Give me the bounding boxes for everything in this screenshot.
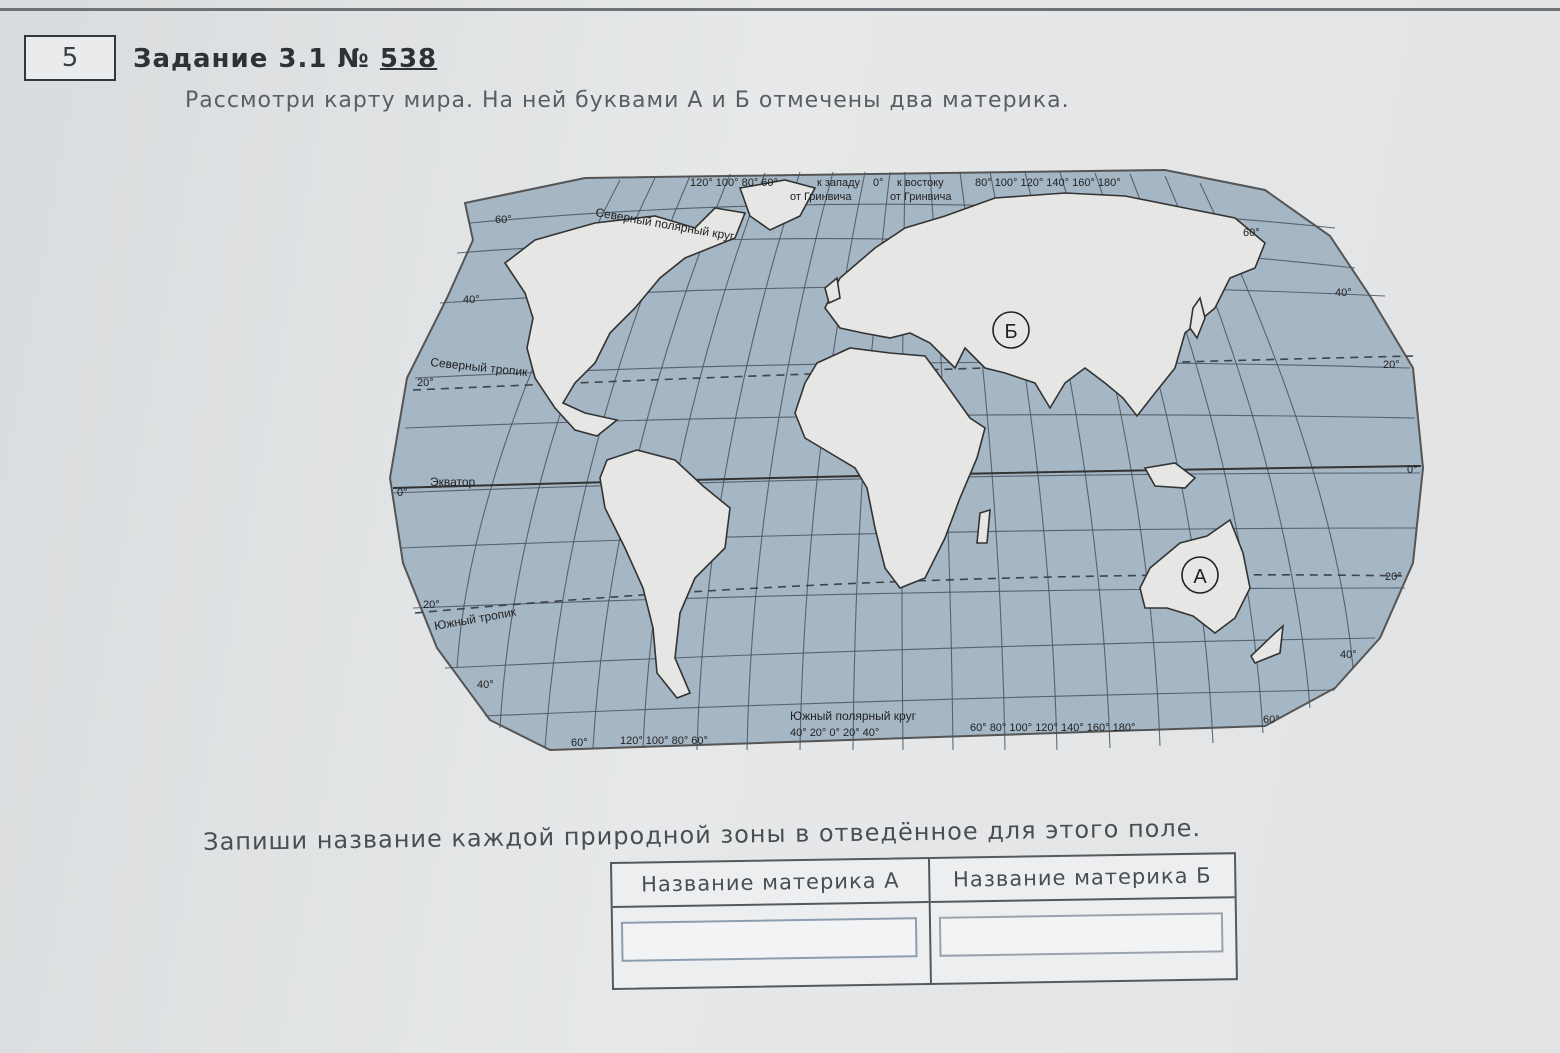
marker-a-label: А <box>1193 566 1207 588</box>
top-scale-west: 120° 100° 80° 60° <box>690 177 778 189</box>
top-scale-east: 80° 100° 120° 140° 160° 180° <box>975 177 1121 189</box>
world-map: Б А Северный полярный круг Северный троп… <box>385 168 1430 758</box>
task-title-prefix: Задание 3.1 № <box>133 44 380 74</box>
top-scale-from-west: от Гринвича <box>790 191 852 203</box>
top-scale-to-west: к западу <box>817 177 861 189</box>
top-scale-from-east: от Гринвича <box>890 191 952 203</box>
task-number-box: 5 <box>24 35 116 81</box>
label-south-circle: Южный полярный круг <box>790 709 917 723</box>
bottom-scale-right: 60° <box>1263 714 1280 726</box>
bottom-scale-west: 120° 100° 80° 60° <box>620 735 708 747</box>
lat-left-0: 0° <box>397 487 408 499</box>
answer-input-b[interactable] <box>938 912 1224 957</box>
answer-input-a[interactable] <box>620 917 918 962</box>
label-equator: Экватор <box>430 475 476 489</box>
task-instruction: Запиши название каждой природной зоны в … <box>203 814 1202 856</box>
answer-header-b: Название материка Б <box>929 854 1235 903</box>
lat-left-s40: 40° <box>477 679 494 691</box>
lat-right-40: 40° <box>1335 287 1352 299</box>
bottom-scale-east: 60° 80° 100° 120° 140° 160° 180° <box>970 722 1135 734</box>
top-divider <box>0 8 1560 11</box>
marker-b-label: Б <box>1004 321 1017 343</box>
task-title: Задание 3.1 № 538 <box>133 44 437 74</box>
answer-column-a: Название материка А <box>612 858 932 988</box>
answer-column-b: Название материка Б <box>929 854 1236 983</box>
lat-left-20: 20° <box>417 377 434 389</box>
lat-right-s40: 40° <box>1340 649 1357 661</box>
lat-right-0: 0° <box>1407 464 1418 476</box>
top-scale-to-east: к востоку <box>897 177 944 189</box>
answer-header-a: Название материка А <box>612 859 929 908</box>
lat-left-60: 60° <box>495 214 512 226</box>
lat-left-40: 40° <box>463 294 480 306</box>
bottom-scale-left: 60° <box>571 737 588 749</box>
answer-table: Название материка А Название материка Б <box>610 852 1238 990</box>
lat-right-20: 20° <box>1383 359 1400 371</box>
lat-left-s20: 20° <box>423 599 440 611</box>
bottom-scale-middle: 40° 20° 0° 20° 40° <box>790 727 879 739</box>
task-prompt: Рассмотри карту мира. На ней буквами А и… <box>185 88 1070 113</box>
top-scale-zero: 0° <box>873 177 884 189</box>
lat-right-s20: 20° <box>1385 571 1402 583</box>
lat-right-60: 60° <box>1243 227 1260 239</box>
task-id-link[interactable]: 538 <box>380 44 437 74</box>
